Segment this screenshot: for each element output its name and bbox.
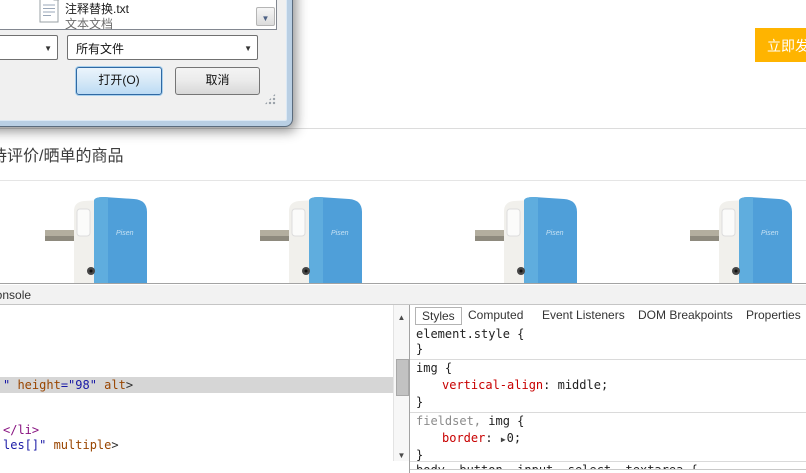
devtools-panel: Console " height="98" alt> </li> les[]" … xyxy=(0,283,806,473)
find-in-styles-bar xyxy=(410,469,806,473)
svg-text:Pisen: Pisen xyxy=(116,230,134,237)
tab-console[interactable]: Console xyxy=(0,288,31,302)
selected-dom-node[interactable]: " height="98" alt> xyxy=(0,377,393,393)
scrollbar-thumb[interactable] xyxy=(396,359,409,396)
css-rule-selector[interactable]: element.style { xyxy=(416,326,524,343)
css-rule-selector[interactable]: fieldset, img { xyxy=(416,413,524,430)
file-type-select[interactable]: 所有文件 xyxy=(67,35,258,60)
pisen-charger-image: Pisen xyxy=(474,197,580,283)
elements-scrollbar[interactable] xyxy=(393,305,409,461)
css-rules-list[interactable]: element.style { } img { vertical-align: … xyxy=(410,326,806,473)
css-rule-selector[interactable]: img { xyxy=(416,360,452,377)
publish-now-button[interactable]: 立即发表 xyxy=(755,28,806,62)
pisen-charger-image: Pisen xyxy=(689,197,795,283)
svg-text:Pisen: Pisen xyxy=(331,230,349,237)
product-image[interactable]: Pisen xyxy=(689,197,795,283)
svg-text:Pisen: Pisen xyxy=(546,230,564,237)
section-title: 待评价/晒单的商品 xyxy=(0,142,123,166)
tab-event-listeners[interactable]: Event Listeners xyxy=(536,307,631,323)
tab-properties[interactable]: Properties xyxy=(740,307,806,323)
dom-node[interactable]: les[]" multiple> xyxy=(0,437,393,453)
pisen-charger-image: Pisen xyxy=(44,197,150,283)
chevron-down-icon[interactable] xyxy=(244,40,252,54)
css-declaration[interactable]: vertical-align: middle; xyxy=(416,377,608,394)
pisen-charger-image: Pisen xyxy=(259,197,365,283)
list-scroll-down-icon[interactable] xyxy=(256,7,275,26)
scroll-up-icon[interactable] xyxy=(394,307,409,321)
file-name-combobox[interactable] xyxy=(0,35,58,60)
styles-sidebar-tabs: Styles Computed Event Listeners DOM Brea… xyxy=(410,305,806,325)
expand-arrow-icon[interactable] xyxy=(500,431,507,445)
css-rule-close: } xyxy=(416,394,423,411)
chevron-down-icon[interactable] xyxy=(44,40,52,54)
css-declaration[interactable]: border: 0; xyxy=(416,430,521,447)
styles-sidebar: Styles Computed Event Listeners DOM Brea… xyxy=(409,305,806,473)
pending-review-product-row: Pisen Pisen Pisen xyxy=(0,197,806,283)
resize-grip[interactable] xyxy=(264,93,276,105)
section-divider xyxy=(0,180,806,181)
product-image[interactable]: Pisen xyxy=(44,197,150,283)
text-file-icon xyxy=(38,0,60,23)
svg-text:Pisen: Pisen xyxy=(761,230,779,237)
cancel-button[interactable]: 取消 xyxy=(175,67,260,95)
file-list[interactable]: 注释替换.txt 文本文档 xyxy=(0,0,277,30)
css-rule-close: } xyxy=(416,341,423,358)
tab-styles[interactable]: Styles xyxy=(415,307,462,325)
file-type-value: 所有文件 xyxy=(76,40,124,57)
file-item-type: 文本文档 xyxy=(65,15,113,32)
open-button[interactable]: 打开(O) xyxy=(76,67,162,95)
tab-computed[interactable]: Computed xyxy=(462,307,529,323)
elements-tree[interactable]: " height="98" alt> </li> les[]" multiple… xyxy=(0,305,393,473)
product-image[interactable]: Pisen xyxy=(259,197,365,283)
dom-node[interactable]: </li> xyxy=(0,422,393,438)
header-divider xyxy=(0,128,806,129)
file-open-dialog: 注释替换.txt 文本文档 所有文件 打开(O) 取消 xyxy=(0,0,292,126)
rule-divider xyxy=(410,359,806,360)
devtools-tabbar: Console xyxy=(0,285,806,305)
tab-dom-breakpoints[interactable]: DOM Breakpoints xyxy=(632,307,739,323)
product-image[interactable]: Pisen xyxy=(474,197,580,283)
scroll-down-icon[interactable] xyxy=(394,445,409,459)
